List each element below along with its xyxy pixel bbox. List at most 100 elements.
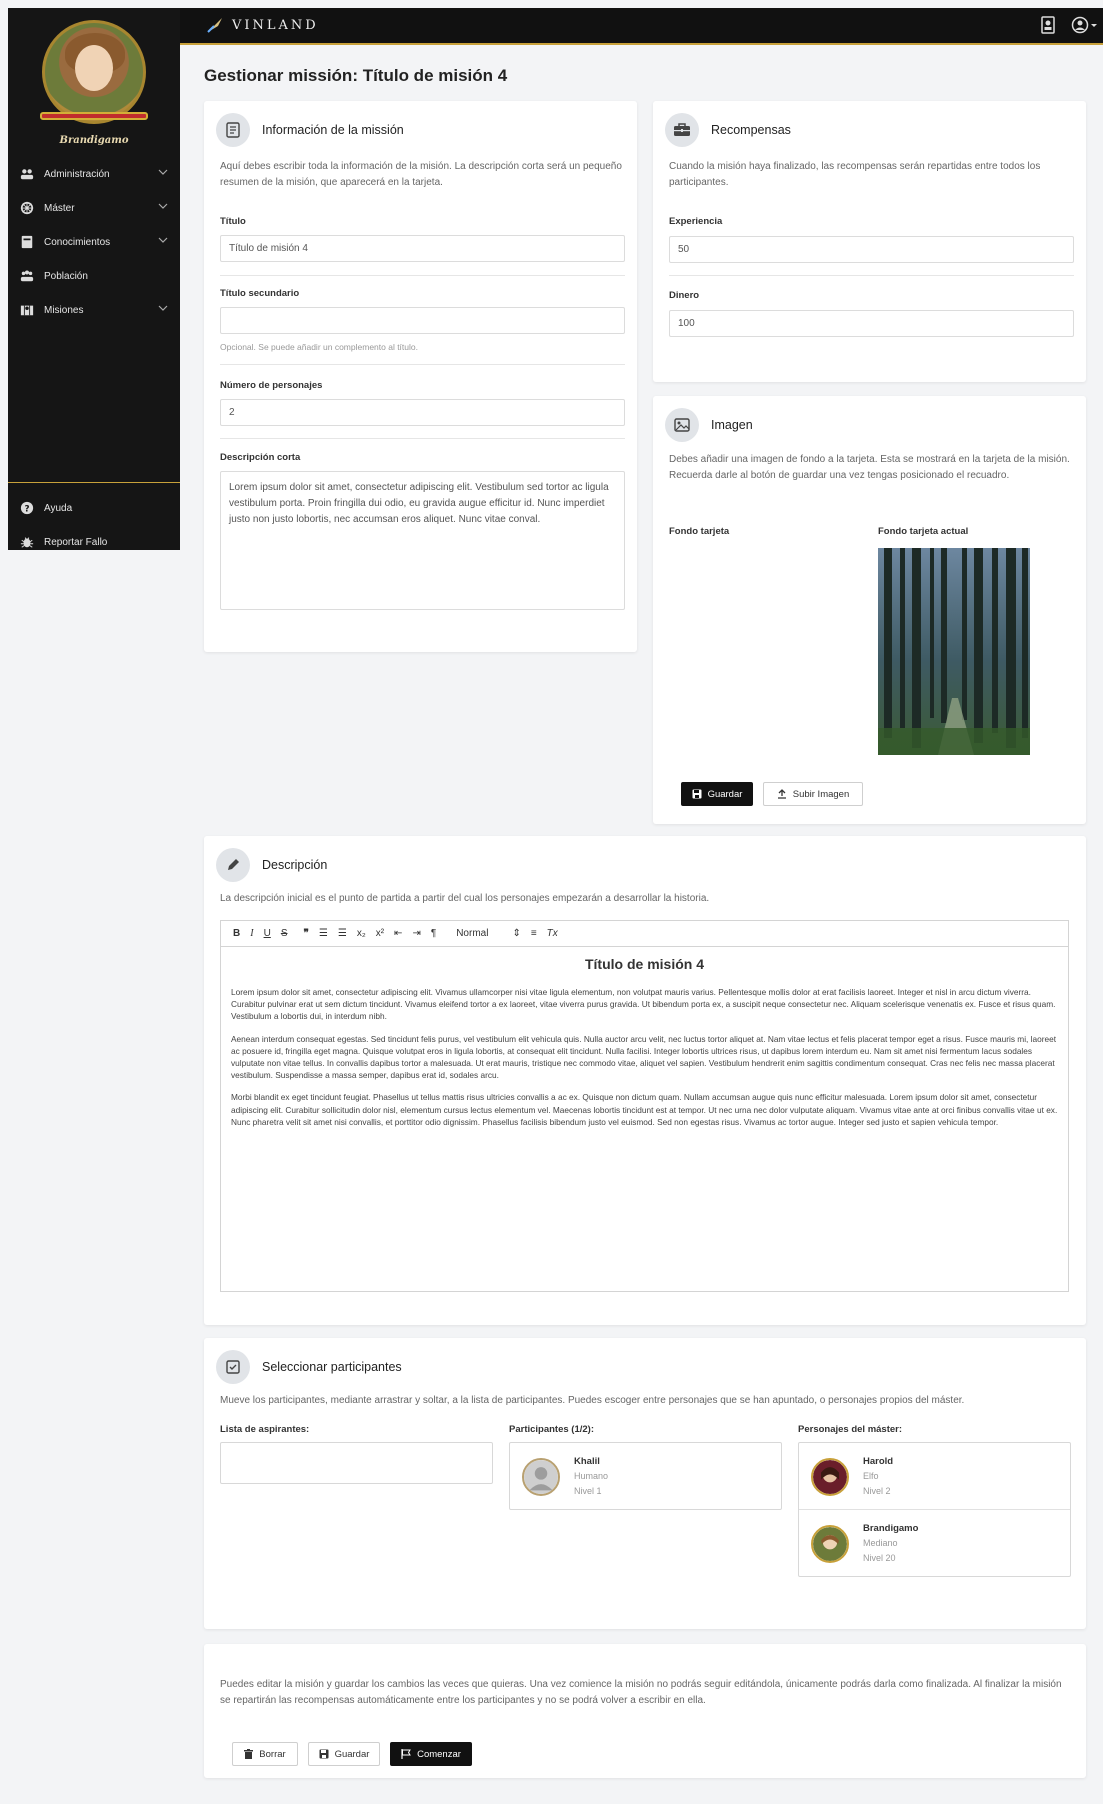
user-name: Brandigamo — [59, 135, 129, 146]
divider — [220, 364, 625, 365]
sidebar-item-reportar-fallo[interactable]: Reportar Fallo — [8, 527, 180, 557]
short-description-textarea[interactable]: Lorem ipsum dolor sit amet, consectetur … — [220, 471, 625, 610]
character-sheet-icon[interactable] — [1041, 16, 1055, 34]
text-direction-icon[interactable]: ¶ — [431, 928, 436, 939]
character-level: Nivel 1 — [574, 1486, 602, 1496]
bold-button[interactable]: B — [233, 928, 240, 939]
bullet-list-icon[interactable]: ☰ — [338, 928, 347, 939]
character-avatar — [811, 1525, 849, 1563]
card-header: Seleccionar participantes — [216, 1350, 402, 1384]
health-bar — [40, 112, 148, 120]
underline-button[interactable]: U — [264, 928, 271, 939]
top-navbar: VINLAND — [180, 8, 1103, 45]
title-input[interactable] — [220, 235, 625, 262]
experience-label: Experiencia — [669, 216, 723, 227]
character-race: Humano — [574, 1471, 609, 1481]
characters-input[interactable] — [220, 399, 625, 426]
participants-card: Seleccionar participantes Mueve los part… — [204, 1338, 1086, 1629]
card-description: Aquí debes escribir toda la información … — [220, 161, 622, 188]
sidebar-item-master[interactable]: Máster — [8, 193, 180, 223]
button-label: Comenzar — [417, 1748, 461, 1760]
actions-card: Puedes editar la misión y guardar los ca… — [204, 1644, 1086, 1778]
indent-increase-icon[interactable]: ⇥ — [412, 928, 420, 939]
current-background-label: Fondo tarjeta actual — [878, 526, 969, 537]
character-level: Nivel 20 — [863, 1553, 896, 1563]
subtitle-hint: Opcional. Se puede añadir un complemento… — [220, 342, 418, 352]
participants-list[interactable]: Khalil Humano Nivel 1 — [509, 1442, 782, 1510]
avatar-face — [75, 45, 113, 91]
chevron-down-icon — [158, 237, 168, 243]
sidebar-item-label: Reportar Fallo — [44, 536, 108, 548]
superscript-icon[interactable]: x² — [376, 928, 384, 939]
brand[interactable]: VINLAND — [206, 16, 319, 34]
align-icon[interactable]: ≡ — [531, 928, 537, 939]
sidebar-item-label: Misiones — [44, 304, 84, 316]
list-item[interactable]: Brandigamo Mediano Nivel 20 — [799, 1510, 1070, 1577]
ordered-list-icon[interactable]: ☰ — [319, 928, 328, 939]
character-avatar — [811, 1458, 849, 1496]
sidebar-item-ayuda[interactable]: ? Ayuda — [8, 493, 180, 523]
list-item[interactable]: Khalil Humano Nivel 1 — [510, 1443, 781, 1510]
card-title: Imagen — [711, 418, 753, 432]
upload-image-button[interactable]: Subir Imagen — [763, 782, 863, 806]
sidebar-item-poblacion[interactable]: Población — [8, 261, 180, 291]
editor-paragraph: Morbi blandit ex eget tincidunt feugiat.… — [231, 1092, 1058, 1127]
trash-icon — [244, 1749, 254, 1759]
master-characters-list[interactable]: Harold Elfo Nivel 2 Brandigamo Mediano N… — [798, 1442, 1071, 1577]
experience-input[interactable] — [669, 236, 1074, 263]
master-characters-label: Personajes del máster: — [798, 1424, 903, 1435]
chevron-down-icon — [158, 169, 168, 175]
character-race: Elfo — [863, 1471, 879, 1481]
blockquote-icon[interactable]: ❞ — [303, 928, 308, 939]
book-icon — [21, 235, 33, 249]
select-arrows-icon[interactable]: ⇕ — [512, 928, 520, 939]
card-description: Mueve los participantes, mediante arrast… — [220, 1395, 965, 1406]
card-header: Imagen — [665, 408, 753, 442]
card-title: Recompensas — [711, 123, 791, 137]
user-menu-icon[interactable] — [1071, 16, 1097, 34]
money-input[interactable] — [669, 310, 1074, 337]
strike-button[interactable]: S — [281, 928, 288, 939]
card-title: Información de la missión — [262, 123, 404, 137]
floppy-icon — [319, 1749, 329, 1759]
money-label: Dinero — [669, 290, 700, 301]
applicants-list[interactable] — [220, 1442, 493, 1484]
page-title: Gestionar missión: Título de misión 4 — [204, 66, 508, 85]
divider — [669, 275, 1074, 276]
editor-heading: Título de misión 4 — [584, 956, 704, 972]
sidebar-item-administracion[interactable]: Administración — [8, 159, 180, 189]
italic-button[interactable]: I — [250, 928, 253, 939]
description-editor[interactable]: Título de misión 4 Lorem ipsum dolor sit… — [220, 946, 1069, 1292]
list-item[interactable]: Harold Elfo Nivel 2 — [799, 1443, 1070, 1510]
save-button[interactable]: Guardar — [308, 1742, 380, 1766]
chevron-down-icon — [158, 203, 168, 209]
clear-format-icon[interactable]: Tx — [547, 928, 558, 939]
editor-toolbar: B I U S ❞ ☰ ☰ x₂ x² ⇤ ⇥ ¶ Normal ⇕ ≡ Tx — [220, 920, 1069, 947]
card-header: Información de la missión — [216, 113, 404, 147]
format-select[interactable]: Normal — [456, 928, 488, 939]
characters-label: Número de personajes — [220, 380, 323, 391]
start-mission-button[interactable]: Comenzar — [390, 1742, 472, 1766]
sidebar-item-conocimientos[interactable]: Conocimientos — [8, 227, 180, 257]
mission-info-card: Información de la missión Aquí debes esc… — [204, 101, 637, 652]
pencil-icon — [216, 848, 250, 882]
subscript-icon[interactable]: x₂ — [357, 928, 366, 939]
image-card: Imagen Debes añadir una imagen de fondo … — [653, 396, 1086, 824]
actions-description: Puedes editar la misión y guardar los ca… — [220, 1679, 1062, 1706]
subtitle-input[interactable] — [220, 307, 625, 334]
save-image-button[interactable]: Guardar — [681, 782, 753, 806]
check-square-icon — [216, 1350, 250, 1384]
background-label: Fondo tarjeta — [669, 526, 730, 537]
title-label: Título — [220, 216, 246, 227]
people-icon — [20, 270, 34, 282]
delete-button[interactable]: Borrar — [232, 1742, 298, 1766]
character-race: Mediano — [863, 1538, 898, 1548]
editor-paragraph: Aenean interdum consequat egestas. Sed t… — [231, 1033, 1057, 1081]
avatar[interactable] — [42, 20, 146, 124]
vinland-logo-icon — [207, 18, 222, 33]
sidebar-item-misiones[interactable]: Misiones — [8, 295, 180, 325]
floppy-icon — [692, 789, 702, 799]
divider — [220, 438, 625, 439]
indent-decrease-icon[interactable]: ⇤ — [394, 928, 402, 939]
map-marked-icon — [20, 305, 34, 316]
